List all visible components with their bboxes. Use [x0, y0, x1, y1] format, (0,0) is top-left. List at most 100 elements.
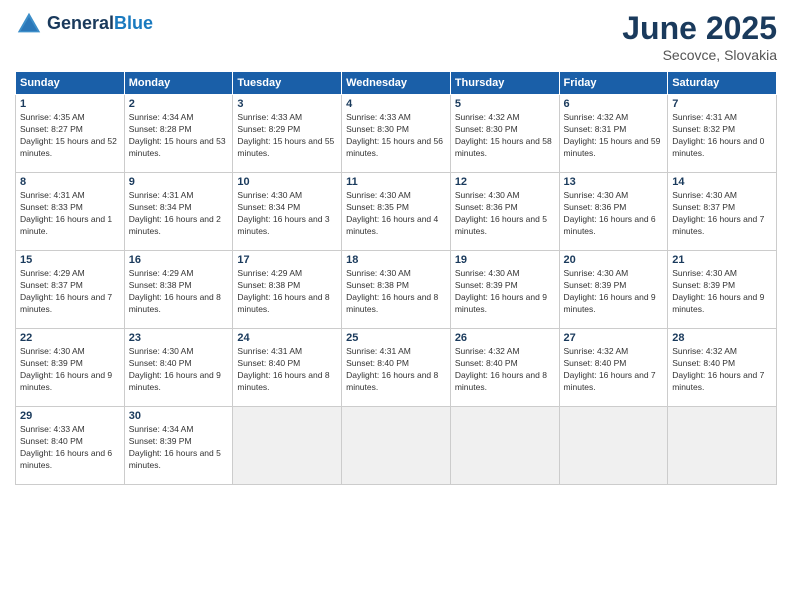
col-thursday: Thursday — [450, 72, 559, 95]
table-row — [342, 407, 451, 485]
day-info: Sunrise: 4:32 AMSunset: 8:40 PMDaylight:… — [455, 346, 555, 394]
table-row: 30 Sunrise: 4:34 AMSunset: 8:39 PMDayligh… — [124, 407, 233, 485]
day-info: Sunrise: 4:30 AMSunset: 8:39 PMDaylight:… — [672, 268, 772, 316]
table-row: 17Sunrise: 4:29 AMSunset: 8:38 PMDayligh… — [233, 251, 342, 329]
day-info: Sunrise: 4:30 AMSunset: 8:38 PMDaylight:… — [346, 268, 446, 316]
day-number: 28 — [672, 332, 772, 344]
table-row: 18Sunrise: 4:30 AMSunset: 8:38 PMDayligh… — [342, 251, 451, 329]
day-info: Sunrise: 4:32 AMSunset: 8:40 PMDaylight:… — [564, 346, 664, 394]
day-info: Sunrise: 4:30 AMSunset: 8:37 PMDaylight:… — [672, 190, 772, 238]
day-info: Sunrise: 4:34 AMSunset: 8:28 PMDaylight:… — [129, 112, 229, 160]
day-number: 11 — [346, 176, 446, 188]
day-info: Sunrise: 4:35 AMSunset: 8:27 PMDaylight:… — [20, 112, 120, 160]
calendar-week-2: 8 Sunrise: 4:31 AMSunset: 8:33 PMDaylight… — [16, 173, 777, 251]
table-row: 27 Sunrise: 4:32 AMSunset: 8:40 PMDayligh… — [559, 329, 668, 407]
day-number: 30 — [129, 410, 229, 422]
day-number: 9 — [129, 176, 229, 188]
day-info: Sunrise: 4:30 AMSunset: 8:35 PMDaylight:… — [346, 190, 446, 238]
day-number: 10 — [237, 176, 337, 188]
day-info: Sunrise: 4:32 AMSunset: 8:40 PMDaylight:… — [672, 346, 772, 394]
table-row: 22 Sunrise: 4:30 AMSunset: 8:39 PMDayligh… — [16, 329, 125, 407]
day-number: 19 — [455, 254, 555, 266]
table-row: 29 Sunrise: 4:33 AMSunset: 8:40 PMDayligh… — [16, 407, 125, 485]
day-info: Sunrise: 4:29 AMSunset: 8:38 PMDaylight:… — [237, 268, 337, 316]
logo-text: GeneralBlue — [47, 14, 153, 34]
table-row: 10 Sunrise: 4:30 AMSunset: 8:34 PMDayligh… — [233, 173, 342, 251]
day-number: 24 — [237, 332, 337, 344]
col-wednesday: Wednesday — [342, 72, 451, 95]
day-info: Sunrise: 4:30 AMSunset: 8:34 PMDaylight:… — [237, 190, 337, 238]
day-number: 5 — [455, 98, 555, 110]
day-info: Sunrise: 4:33 AMSunset: 8:40 PMDaylight:… — [20, 424, 120, 472]
day-number: 13 — [564, 176, 664, 188]
day-info: Sunrise: 4:31 AMSunset: 8:40 PMDaylight:… — [237, 346, 337, 394]
col-friday: Friday — [559, 72, 668, 95]
table-row: 15 Sunrise: 4:29 AMSunset: 8:37 PMDayligh… — [16, 251, 125, 329]
day-info: Sunrise: 4:31 AMSunset: 8:33 PMDaylight:… — [20, 190, 120, 238]
table-row: 11 Sunrise: 4:30 AMSunset: 8:35 PMDayligh… — [342, 173, 451, 251]
day-info: Sunrise: 4:30 AMSunset: 8:39 PMDaylight:… — [564, 268, 664, 316]
day-info: Sunrise: 4:30 AMSunset: 8:39 PMDaylight:… — [20, 346, 120, 394]
day-info: Sunrise: 4:30 AMSunset: 8:39 PMDaylight:… — [455, 268, 555, 316]
calendar-week-5: 29 Sunrise: 4:33 AMSunset: 8:40 PMDayligh… — [16, 407, 777, 485]
day-number: 29 — [20, 410, 120, 422]
table-row: 20Sunrise: 4:30 AMSunset: 8:39 PMDayligh… — [559, 251, 668, 329]
table-row — [668, 407, 777, 485]
day-number: 6 — [564, 98, 664, 110]
day-number: 7 — [672, 98, 772, 110]
col-saturday: Saturday — [668, 72, 777, 95]
month-title: June 2025 — [622, 10, 777, 47]
calendar-week-3: 15 Sunrise: 4:29 AMSunset: 8:37 PMDayligh… — [16, 251, 777, 329]
day-info: Sunrise: 4:32 AMSunset: 8:30 PMDaylight:… — [455, 112, 555, 160]
day-number: 4 — [346, 98, 446, 110]
day-info: Sunrise: 4:29 AMSunset: 8:38 PMDaylight:… — [129, 268, 229, 316]
table-row: 3Sunrise: 4:33 AMSunset: 8:29 PMDaylight… — [233, 95, 342, 173]
table-row: 19 Sunrise: 4:30 AMSunset: 8:39 PMDayligh… — [450, 251, 559, 329]
day-number: 27 — [564, 332, 664, 344]
table-row: 21 Sunrise: 4:30 AMSunset: 8:39 PMDayligh… — [668, 251, 777, 329]
day-number: 23 — [129, 332, 229, 344]
col-tuesday: Tuesday — [233, 72, 342, 95]
calendar-week-1: 1Sunrise: 4:35 AMSunset: 8:27 PMDaylight… — [16, 95, 777, 173]
table-row: 6Sunrise: 4:32 AMSunset: 8:31 PMDaylight… — [559, 95, 668, 173]
day-number: 16 — [129, 254, 229, 266]
table-row: 26 Sunrise: 4:32 AMSunset: 8:40 PMDayligh… — [450, 329, 559, 407]
table-row: 1Sunrise: 4:35 AMSunset: 8:27 PMDaylight… — [16, 95, 125, 173]
day-number: 2 — [129, 98, 229, 110]
day-info: Sunrise: 4:31 AMSunset: 8:34 PMDaylight:… — [129, 190, 229, 238]
col-sunday: Sunday — [16, 72, 125, 95]
table-row: 28 Sunrise: 4:32 AMSunset: 8:40 PMDayligh… — [668, 329, 777, 407]
calendar-week-4: 22 Sunrise: 4:30 AMSunset: 8:39 PMDayligh… — [16, 329, 777, 407]
table-row: 8 Sunrise: 4:31 AMSunset: 8:33 PMDaylight… — [16, 173, 125, 251]
logo: GeneralBlue — [15, 10, 153, 38]
page-container: GeneralBlue June 2025 Secovce, Slovakia … — [0, 0, 792, 612]
day-info: Sunrise: 4:29 AMSunset: 8:37 PMDaylight:… — [20, 268, 120, 316]
day-info: Sunrise: 4:33 AMSunset: 8:30 PMDaylight:… — [346, 112, 446, 160]
day-number: 22 — [20, 332, 120, 344]
table-row — [233, 407, 342, 485]
day-number: 25 — [346, 332, 446, 344]
day-number: 12 — [455, 176, 555, 188]
day-number: 8 — [20, 176, 120, 188]
table-row: 5 Sunrise: 4:32 AMSunset: 8:30 PMDaylight… — [450, 95, 559, 173]
day-number: 21 — [672, 254, 772, 266]
table-row: 4 Sunrise: 4:33 AMSunset: 8:30 PMDaylight… — [342, 95, 451, 173]
table-row: 2 Sunrise: 4:34 AMSunset: 8:28 PMDaylight… — [124, 95, 233, 173]
table-row: 23 Sunrise: 4:30 AMSunset: 8:40 PMDayligh… — [124, 329, 233, 407]
table-row: 16 Sunrise: 4:29 AMSunset: 8:38 PMDayligh… — [124, 251, 233, 329]
logo-icon — [15, 10, 43, 38]
title-area: June 2025 Secovce, Slovakia — [622, 10, 777, 63]
day-number: 15 — [20, 254, 120, 266]
logo-general: General — [47, 13, 114, 33]
day-number: 14 — [672, 176, 772, 188]
day-info: Sunrise: 4:34 AMSunset: 8:39 PMDaylight:… — [129, 424, 229, 472]
logo-blue: Blue — [114, 13, 153, 33]
table-row: 24 Sunrise: 4:31 AMSunset: 8:40 PMDayligh… — [233, 329, 342, 407]
table-row: 25Sunrise: 4:31 AMSunset: 8:40 PMDayligh… — [342, 329, 451, 407]
location-subtitle: Secovce, Slovakia — [622, 47, 777, 63]
table-row: 13Sunrise: 4:30 AMSunset: 8:36 PMDayligh… — [559, 173, 668, 251]
day-info: Sunrise: 4:30 AMSunset: 8:40 PMDaylight:… — [129, 346, 229, 394]
day-number: 26 — [455, 332, 555, 344]
day-info: Sunrise: 4:31 AMSunset: 8:32 PMDaylight:… — [672, 112, 772, 160]
calendar-table: Sunday Monday Tuesday Wednesday Thursday… — [15, 71, 777, 485]
